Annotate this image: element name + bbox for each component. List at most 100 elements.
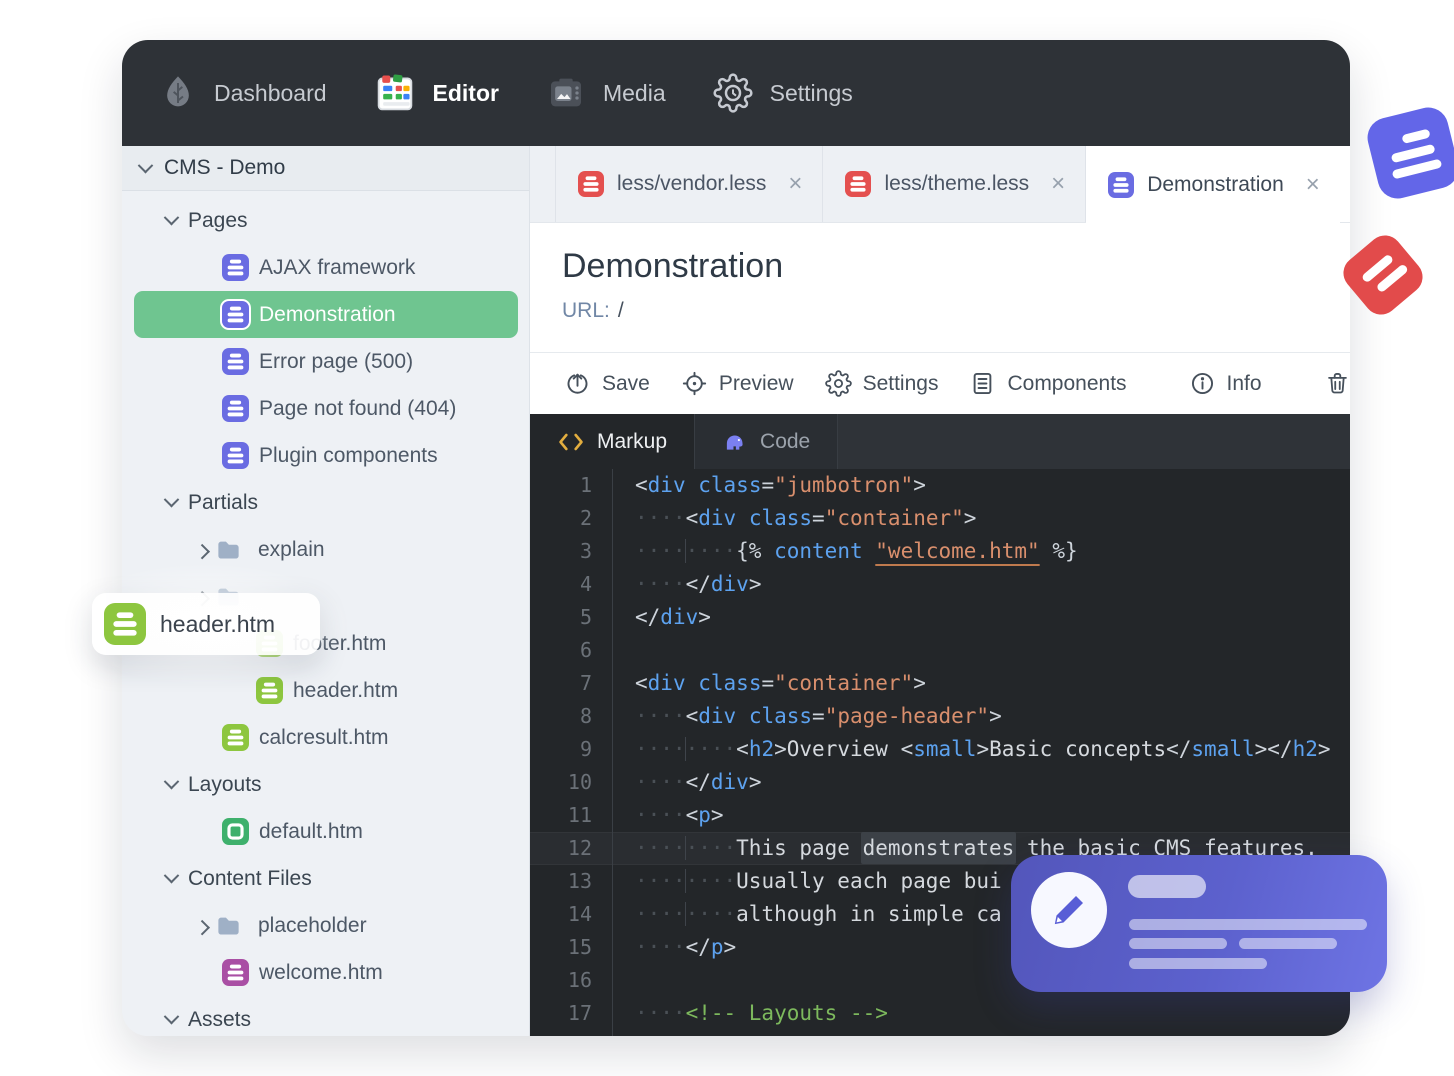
document-tabs: less/vendor.less × less/theme.less × Demonst… xyxy=(530,146,1350,223)
page-title: Demonstration xyxy=(562,247,784,285)
tree-section-assets[interactable]: Assets xyxy=(122,996,529,1036)
floating-red-doc-icon xyxy=(1336,228,1430,322)
info-button[interactable]: Info xyxy=(1189,370,1262,397)
tree-item-label: AJAX framework xyxy=(259,255,416,279)
code-line-18[interactable]: 18····<h2>Layouts</h2> xyxy=(530,1030,1350,1036)
tab-label: less/vendor.less xyxy=(617,172,767,195)
sidebar-root-label: CMS - Demo xyxy=(164,156,286,179)
toolbar: Save Preview Settings Components Info xyxy=(530,352,1350,414)
section-label: Layouts xyxy=(188,772,262,796)
tree-item-calcresult.htm[interactable]: calcresult.htm xyxy=(122,714,529,761)
save-icon xyxy=(564,370,591,397)
page-file-icon xyxy=(222,442,249,469)
code-line-3[interactable]: 3 ········{% content "welcome.htm" %} xyxy=(530,535,1350,568)
nav-item-settings[interactable]: Settings xyxy=(712,73,853,113)
partial-file-icon xyxy=(104,603,146,645)
code-line-1[interactable]: 1 <div class="jumbotron"> xyxy=(530,469,1350,502)
line-number: 16 xyxy=(567,968,592,992)
section-label: Assets xyxy=(188,1007,252,1031)
save-label: Save xyxy=(602,371,650,395)
components-button[interactable]: Components xyxy=(969,370,1127,397)
tree-item-label: Demonstration xyxy=(259,302,396,326)
code-line-10[interactable]: 10 ····</div> xyxy=(530,766,1350,799)
code-line-11[interactable]: 11 ····<p> xyxy=(530,799,1350,832)
tree-section-partials[interactable]: Partials xyxy=(122,479,529,526)
line-number: 13 xyxy=(567,869,592,893)
tree-section-layouts[interactable]: Layouts xyxy=(122,761,529,808)
partial-file-icon xyxy=(222,724,249,751)
code-line-8[interactable]: 8 ····<div class="page-header"> xyxy=(530,700,1350,733)
components-label: Components xyxy=(1007,371,1127,395)
line-number: 12 xyxy=(567,836,592,860)
sidebar-header[interactable]: CMS - Demo xyxy=(122,146,529,191)
chevron-down-icon xyxy=(163,867,180,884)
tree-item-label: default.htm xyxy=(259,819,363,843)
code-line-6[interactable]: 6 xyxy=(530,634,1350,667)
line-content: ····</div> xyxy=(612,568,1350,601)
skeleton-line xyxy=(1129,958,1267,969)
nav-item-dashboard[interactable]: Dashboard xyxy=(158,73,327,113)
folder-icon xyxy=(215,912,242,939)
folder-icon xyxy=(215,536,242,563)
code-line-9[interactable]: 9 ········<h2>Overview <small>Basic conce… xyxy=(530,733,1350,766)
line-content: ····<div class="container"> xyxy=(612,502,1350,535)
line-content: ········<h2>Overview <small>Basic concep… xyxy=(612,733,1350,766)
page-canvas: Dashboard Editor Media Settings CMS - Demo … xyxy=(0,0,1454,1076)
edit-notification-card xyxy=(1011,855,1387,992)
chevron-down-icon xyxy=(163,1008,180,1025)
line-number: 3 xyxy=(579,539,592,563)
tree-folder-placeholder[interactable]: placeholder xyxy=(122,902,529,949)
close-icon[interactable]: × xyxy=(788,170,802,198)
page-file-icon xyxy=(222,254,249,281)
code-line-5[interactable]: 5 </div> xyxy=(530,601,1350,634)
floating-purple-doc-icon xyxy=(1363,103,1454,203)
nav-label-editor: Editor xyxy=(432,79,499,106)
line-number: 14 xyxy=(567,902,592,926)
save-button[interactable]: Save xyxy=(564,370,650,397)
tree-section-content-files[interactable]: Content Files xyxy=(122,855,529,902)
nav-label-settings: Settings xyxy=(769,79,853,106)
line-number: 6 xyxy=(579,638,592,662)
tree-section-pages[interactable]: Pages xyxy=(122,197,529,244)
code-line-4[interactable]: 4 ····</div> xyxy=(530,568,1350,601)
chevron-down-icon xyxy=(137,157,154,173)
trash-button[interactable] xyxy=(1324,370,1350,397)
tab-less-vendor.less[interactable]: less/vendor.less × xyxy=(556,146,824,222)
tab-less-theme.less[interactable]: less/theme.less × xyxy=(823,146,1087,222)
editor-tab-markup[interactable]: Markup xyxy=(530,414,695,469)
line-content xyxy=(612,634,1350,667)
section-label: Pages xyxy=(188,208,248,232)
close-icon[interactable]: × xyxy=(1051,170,1065,198)
tree-item-demonstration[interactable]: Demonstration xyxy=(134,291,518,338)
info-label: Info xyxy=(1226,371,1262,395)
tree-item-error-page-500-[interactable]: Error page (500) xyxy=(122,338,529,385)
editor-tab-label: Markup xyxy=(597,429,668,453)
line-content: ····</div> xyxy=(612,766,1350,799)
less-file-icon xyxy=(845,171,872,197)
close-icon[interactable]: × xyxy=(1306,171,1320,199)
drag-ghost-label: header.htm xyxy=(160,610,276,637)
nav-item-editor[interactable]: Editor xyxy=(373,73,499,113)
tree-item-page-not-found-404-[interactable]: Page not found (404) xyxy=(122,385,529,432)
code-line-2[interactable]: 2 ····<div class="container"> xyxy=(530,502,1350,535)
tree-item-ajax-framework[interactable]: AJAX framework xyxy=(122,244,529,291)
tab-demonstration[interactable]: Demonstration × xyxy=(1086,146,1340,223)
line-content: ····<!-- Layouts --> xyxy=(612,997,1350,1030)
skeleton-line xyxy=(1129,938,1227,949)
tree-item-plugin-components[interactable]: Plugin components xyxy=(122,432,529,479)
tab-label: less/theme.less xyxy=(884,172,1030,195)
settings-button[interactable]: Settings xyxy=(824,370,938,397)
line-content: <div class="jumbotron"> xyxy=(612,469,1350,502)
preview-button[interactable]: Preview xyxy=(681,370,794,397)
page-url: URL: / xyxy=(562,299,1350,323)
media-icon xyxy=(545,73,587,113)
code-line-17[interactable]: 17 ····<!-- Layouts --> xyxy=(530,997,1350,1030)
editor-tab-code[interactable]: Code xyxy=(694,414,839,469)
code-line-7[interactable]: 7 <div class="container"> xyxy=(530,667,1350,700)
tree-item-default.htm[interactable]: default.htm xyxy=(122,808,529,855)
drag-ghost-header-htm[interactable]: header.htm xyxy=(62,563,350,685)
line-number: 10 xyxy=(567,770,592,794)
tree-item-welcome.htm[interactable]: welcome.htm xyxy=(122,949,529,996)
nav-item-media[interactable]: Media xyxy=(545,73,666,113)
skeleton-line xyxy=(1129,919,1367,930)
